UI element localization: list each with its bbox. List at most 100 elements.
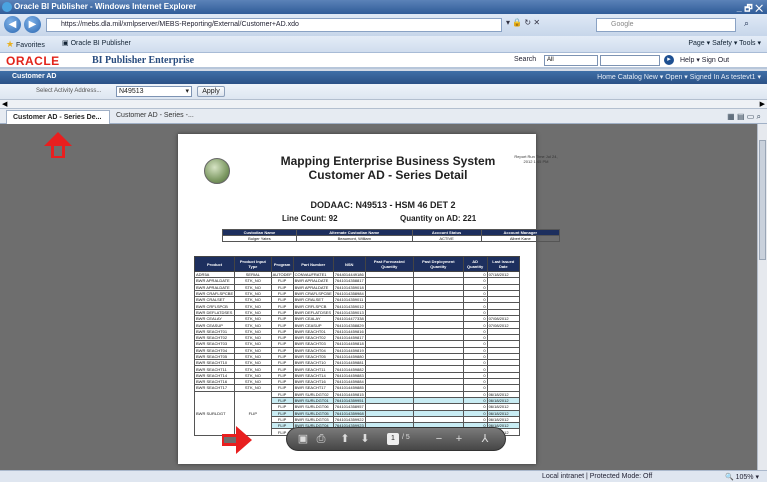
vertical-scrollbar[interactable]	[757, 124, 767, 470]
ie-icon	[2, 2, 12, 12]
table-cell: BWR APRALDATE	[292, 277, 334, 285]
dodaac-heading: DODAAC: N49513 - HSM 46 DET 2	[310, 200, 456, 210]
table-cell: 7641014359951	[332, 396, 366, 405]
globe-logo-icon	[204, 158, 230, 184]
status-bar: Local intranet | Protected Mode: Off 🔍 1…	[0, 470, 767, 482]
window-title: Oracle BI Publisher - Windows Internet E…	[14, 2, 197, 11]
report-page: Mapping Enterprise Business System Custo…	[178, 134, 561, 464]
table-cell: 7641014459884	[332, 378, 366, 386]
window-controls[interactable]: _ 🗗 ✕	[737, 1, 763, 15]
table-header: Last Issued Date	[486, 256, 521, 272]
search-label: Search	[514, 56, 537, 63]
report-tabs: Customer AD - Series De... Customer AD -…	[0, 109, 767, 124]
table-cell: 7641014359922	[332, 415, 366, 424]
table-cell: 7641014459880	[332, 352, 366, 361]
horizontal-scrollbar[interactable]: ◀ ▶	[0, 99, 767, 109]
security-zone: Local intranet | Protected Mode: Off	[542, 473, 653, 480]
parameter-row: Select Activity Address... N49513 ▾ Apply	[0, 84, 767, 99]
table-header: Past Forecasted Quantity	[364, 256, 414, 272]
table-header: Product	[193, 256, 236, 272]
table-cell: 7641014459816	[332, 327, 366, 335]
browser-tab[interactable]: ▣ Oracle BI Publisher	[62, 39, 131, 47]
table-cell: AUTODEF	[270, 270, 294, 279]
browser-search-input[interactable]: Google	[596, 18, 736, 32]
scroll-thumb[interactable]	[759, 140, 766, 260]
address-input[interactable]: https://mebs.dla.mil/xmlpserver/MEBS-Rep…	[46, 18, 502, 32]
annotation-arrow-right-icon	[236, 426, 252, 454]
tab-series-detail[interactable]: Customer AD - Series De...	[6, 110, 110, 124]
save-icon[interactable]: ▣	[297, 433, 309, 445]
favorites-button[interactable]: ★ Favorites	[6, 39, 45, 50]
quantity-on-ad: Quantity on AD: 221	[400, 214, 477, 223]
zoom-out-icon[interactable]: −	[433, 433, 445, 445]
address-bar-row: ◀ ▶ https://mebs.dla.mil/xmlpserver/MEBS…	[0, 14, 767, 36]
zoom-level[interactable]: 🔍 105% ▾	[725, 473, 759, 481]
search-input[interactable]	[600, 55, 660, 66]
back-icon[interactable]: ◀	[4, 16, 21, 33]
group-product-cell: BWR SURLDGT	[193, 390, 236, 436]
command-bar[interactable]: Page ▾ Safety ▾ Tools ▾	[688, 39, 761, 47]
report-title: Mapping Enterprise Business System Custo…	[280, 154, 496, 182]
annotation-arrow-hole	[54, 146, 62, 156]
table-cell: 7641014359018	[332, 283, 366, 291]
pdf-toolbar: ▣ ⎙ ⬆ ⬇ 1 / 5 − + ⅄	[286, 427, 506, 451]
page-title: Customer AD	[12, 73, 57, 80]
custodian-table: Custodian Name Alternate Custodian Name …	[222, 229, 561, 242]
table-cell: BWR SURLDGT01	[292, 396, 334, 405]
table-header: Past Deployment Quantity	[412, 256, 464, 272]
apply-button[interactable]: Apply	[197, 86, 225, 97]
table-cell: 7641014459883	[332, 371, 366, 380]
table-cell: 7641014358984	[332, 289, 366, 298]
table-cell: Albert Kane	[480, 235, 561, 242]
oracle-logo: ORACLE	[6, 54, 60, 68]
activity-address-select[interactable]: N49513 ▾	[116, 86, 192, 97]
table-cell: BWR CRAFLSPCBE	[292, 289, 334, 298]
address-tools[interactable]: ▾ 🔒 ↻ ✕	[506, 18, 540, 27]
table-cell: 7641014359013	[332, 308, 366, 317]
table-header: Program	[270, 256, 294, 272]
report-run-date: Report Run Time Jul 24, 2012 1:45 PM	[514, 154, 558, 164]
table-cell: BWR DEFLATDSES	[193, 308, 236, 317]
product-title: BI Publisher Enterprise	[92, 55, 195, 66]
acrobat-icon[interactable]: ⅄	[479, 433, 491, 445]
page-up-icon[interactable]: ⬆	[339, 433, 351, 445]
table-cell: 7641014359968	[332, 409, 366, 417]
page-number-input[interactable]: 1	[387, 433, 399, 445]
global-nav-links[interactable]: Home Catalog New ▾ Open ▾ Signed In As t…	[597, 73, 761, 81]
table-cell: BWR SURLDGT06	[292, 403, 334, 411]
scroll-left-icon[interactable]: ◀	[2, 100, 7, 108]
table-cell: ACTIVE	[411, 235, 482, 242]
page-count: / 5	[402, 434, 410, 441]
table-header: Part Number	[292, 256, 334, 272]
annotation-arrow-right-hole	[224, 437, 236, 443]
tab-series[interactable]: Customer AD - Series -...	[116, 112, 194, 119]
table-cell: 7641014459885	[332, 384, 366, 392]
table-cell: BWR SURLDGT05	[292, 409, 334, 417]
table-cell: 7641014459815	[332, 390, 366, 398]
table-cell: Beaumont, William	[295, 235, 413, 242]
table-header: Product Input Type	[234, 256, 272, 272]
favorites-bar: ★ Favorites ▣ Oracle BI Publisher Page ▾…	[0, 36, 767, 53]
table-cell: 7641014459819	[332, 346, 366, 354]
help-signout-links[interactable]: Help ▾ Sign Out	[680, 56, 729, 64]
table-cell: BWR SURLDGT02	[292, 390, 334, 398]
print-icon[interactable]: ⎙	[315, 433, 327, 445]
table-cell: BWR APRALDATE	[193, 277, 236, 285]
search-scope-select[interactable]: All	[544, 55, 598, 66]
table-cell: 7641014459817	[332, 333, 366, 342]
table-cell: 7641014359012	[332, 302, 366, 310]
activity-address-label: Select Activity Address...	[36, 88, 102, 94]
page-down-icon[interactable]: ⬇	[359, 433, 371, 445]
view-tools-icons[interactable]: ▦ ▤ ▭ ⌕	[727, 112, 761, 122]
zoom-in-icon[interactable]: +	[453, 433, 465, 445]
table-cell: 7641014358829	[332, 321, 366, 329]
table-cell: 7641014358957	[332, 403, 366, 411]
search-go-icon[interactable]: ▸	[664, 55, 674, 65]
scroll-right-icon[interactable]: ▶	[760, 100, 765, 108]
search-icon[interactable]: ⌕	[744, 18, 749, 29]
table-cell: BWR DEFLATDSES	[292, 308, 334, 317]
forward-icon[interactable]: ▶	[24, 16, 41, 33]
table-header: NSN	[332, 256, 366, 272]
table-cell: 7641014459882	[332, 365, 366, 373]
table-cell: 7641014459881	[332, 359, 366, 367]
